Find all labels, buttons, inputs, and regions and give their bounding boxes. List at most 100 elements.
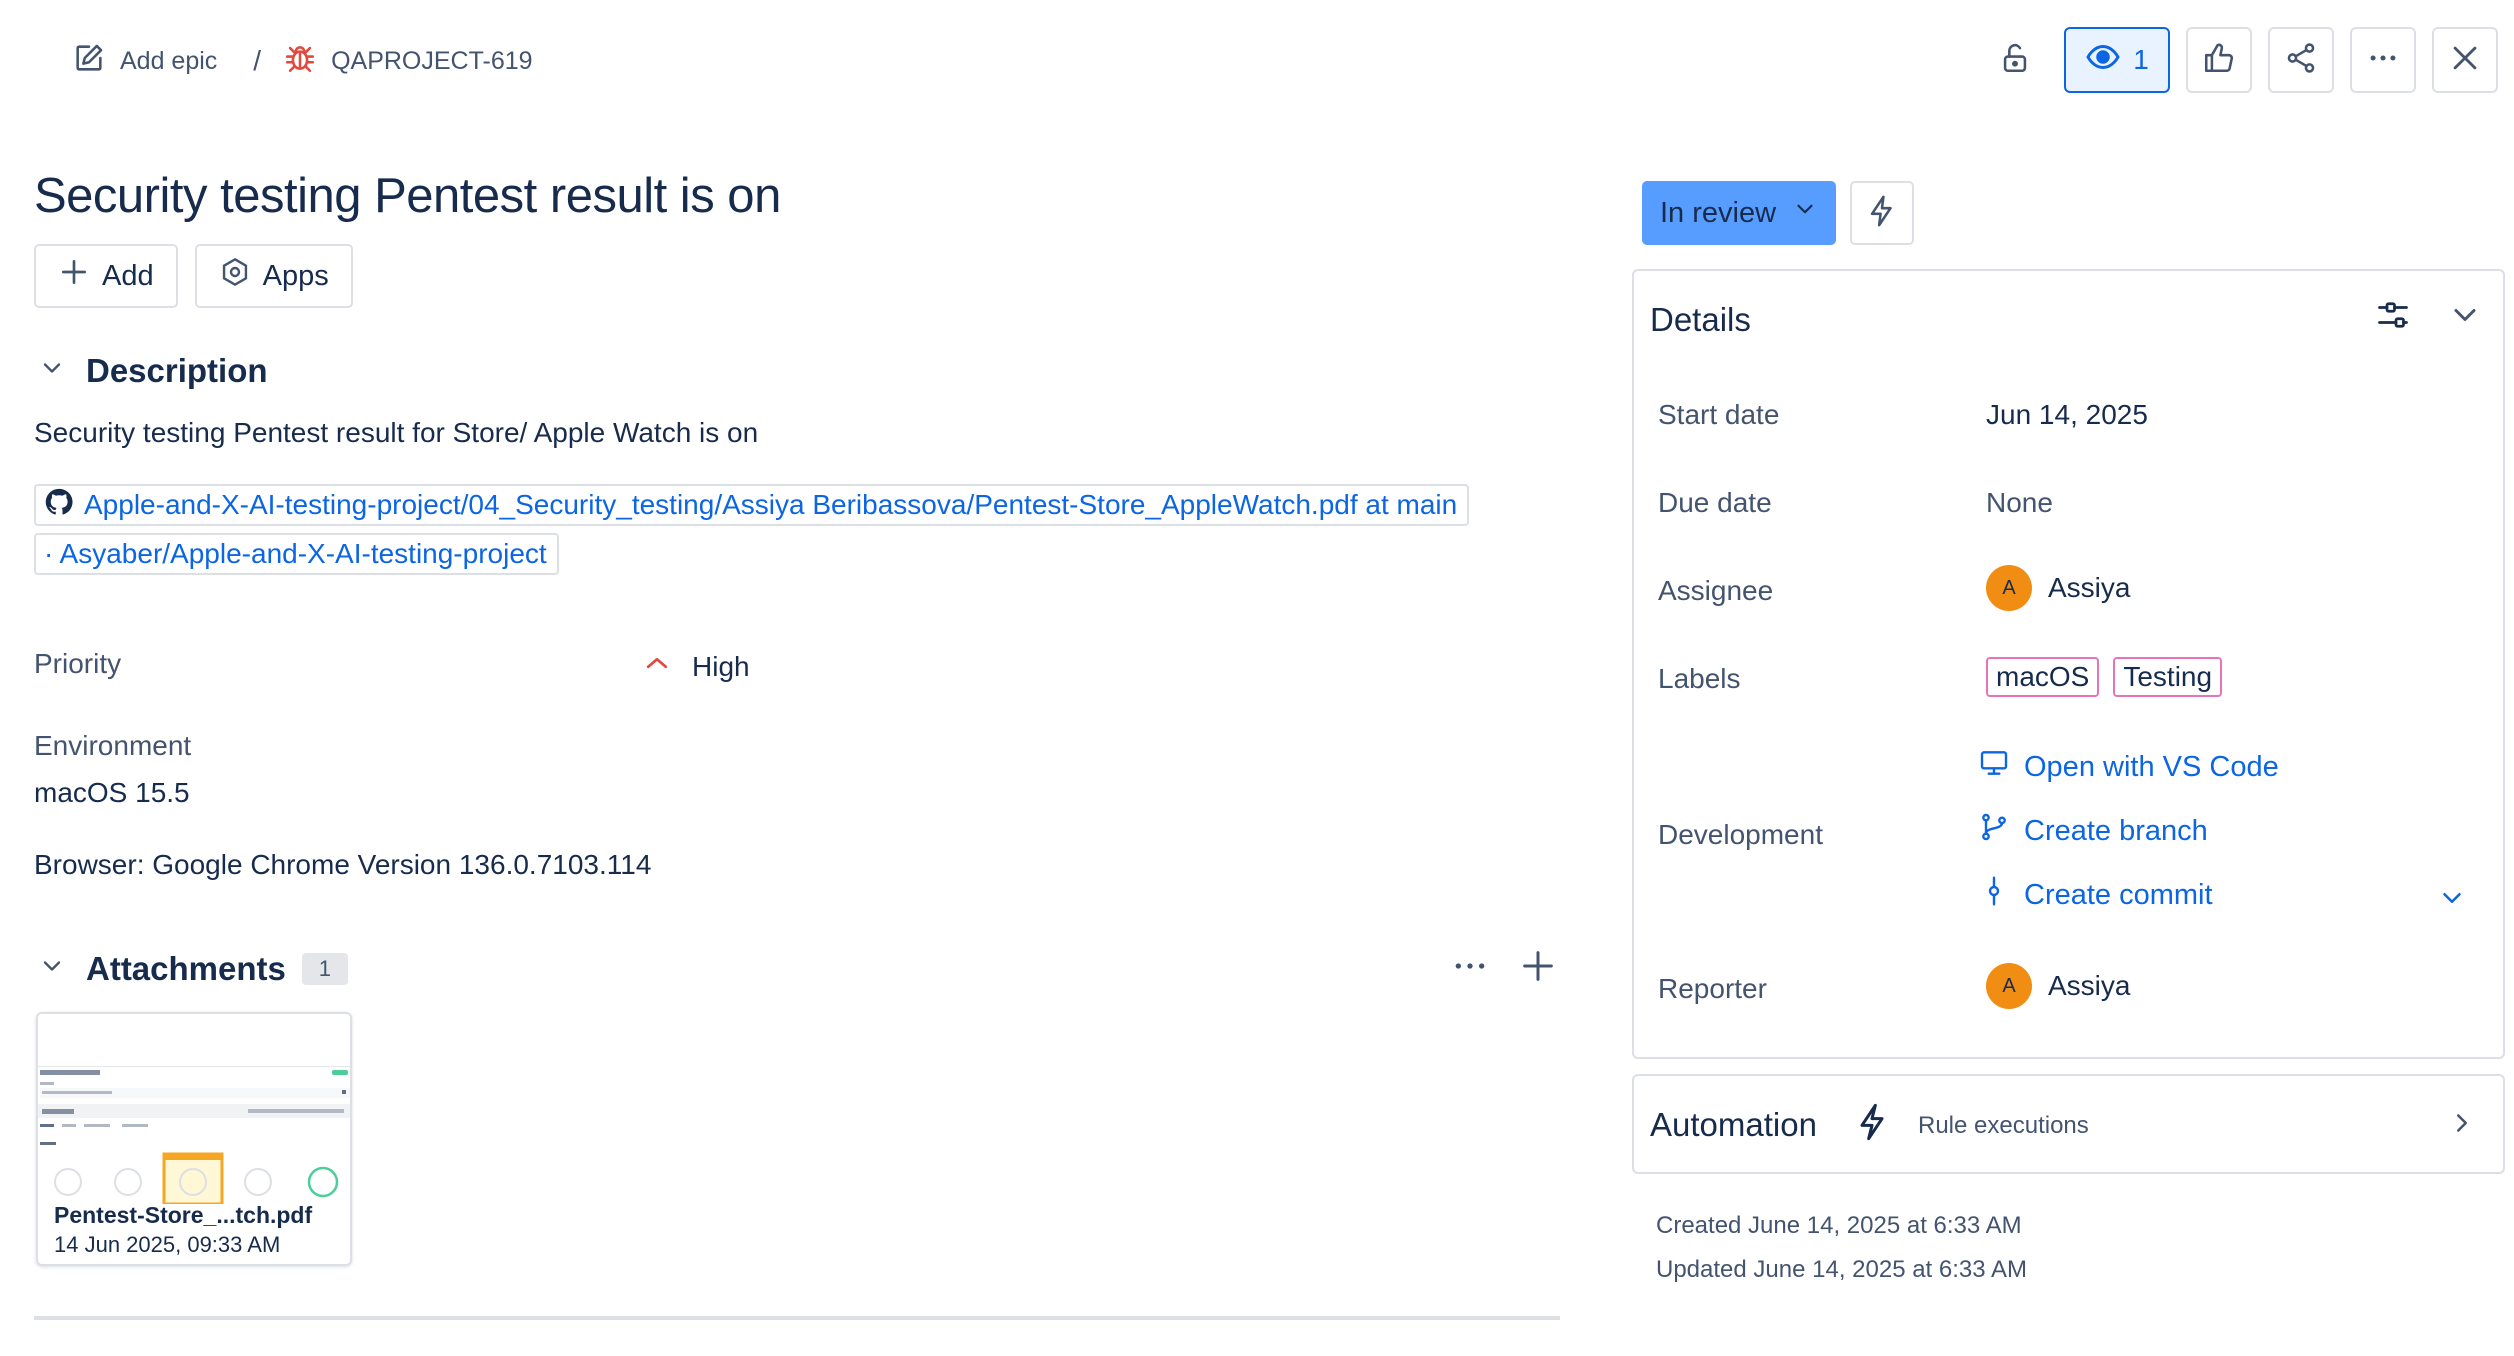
attachments-toggle[interactable]: Attachments 1 xyxy=(38,950,348,988)
vote-button[interactable] xyxy=(2186,27,2252,93)
share-icon xyxy=(2284,41,2318,80)
restrict-button[interactable] xyxy=(1982,27,2048,93)
priority-high-icon xyxy=(642,648,672,685)
description-toggle[interactable]: Description xyxy=(38,352,268,390)
description-heading: Description xyxy=(86,352,268,389)
avatar: A xyxy=(1986,963,2032,1009)
automation-panel[interactable]: Automation Rule executions xyxy=(1632,1074,2505,1174)
create-branch-label: Create branch xyxy=(2024,814,2208,847)
environment-browser[interactable]: Browser: Google Chrome Version 136.0.710… xyxy=(34,849,651,881)
label-chip-testing[interactable]: Testing xyxy=(2113,657,2223,697)
github-link-text: Apple-and-X-AI-testing-project/04_Securi… xyxy=(84,489,1458,520)
close-button[interactable] xyxy=(2432,27,2498,93)
plus-icon xyxy=(58,256,90,296)
attachment-date: 14 Jun 2025, 09:33 AM xyxy=(54,1232,281,1257)
chevron-down-icon xyxy=(38,950,66,988)
breadcrumb-separator: / xyxy=(253,45,262,76)
bug-icon xyxy=(283,41,317,82)
create-commit-link[interactable]: Create commit xyxy=(1978,875,2213,915)
label-chip-macos[interactable]: macOS xyxy=(1986,657,2100,697)
automation-subtitle: Rule executions xyxy=(1918,1112,2089,1139)
commit-icon xyxy=(1978,875,2010,915)
lightning-icon xyxy=(1852,1102,1892,1147)
avatar: A xyxy=(1986,565,2032,611)
description-text[interactable]: Security testing Pentest result for Stor… xyxy=(34,417,758,449)
attachment-card[interactable]: Pentest-Store_...tch.pdf 14 Jun 2025, 09… xyxy=(36,1012,352,1266)
add-epic-link[interactable]: Add epic xyxy=(72,41,217,82)
chevron-down-icon xyxy=(2443,893,2461,903)
apps-button[interactable]: Apps xyxy=(194,244,353,308)
github-icon xyxy=(44,487,74,524)
open-vscode-link[interactable]: Open with VS Code xyxy=(1978,747,2279,787)
edit-icon xyxy=(72,41,106,82)
reporter-field[interactable]: A Assiya xyxy=(1986,963,2130,1009)
top-actions: 1 xyxy=(1982,27,2498,93)
due-date-value[interactable]: None xyxy=(1986,487,2053,519)
labels-label: Labels xyxy=(1658,663,1741,694)
share-button[interactable] xyxy=(2268,27,2334,93)
add-attachment-button[interactable] xyxy=(1518,946,1558,991)
priority-value: High xyxy=(692,650,750,682)
actions-button[interactable] xyxy=(1850,181,1914,245)
add-button[interactable]: Add xyxy=(34,244,178,308)
details-panel: Details Start date Jun 14, 2025 Due date… xyxy=(1632,269,2505,1059)
reporter-label: Reporter xyxy=(1658,973,1767,1004)
issue-key-link[interactable]: QAPROJECT-619 xyxy=(283,41,533,82)
priority-field[interactable]: High xyxy=(642,648,750,685)
details-title: Details xyxy=(1650,301,1751,338)
watch-button[interactable]: 1 xyxy=(2064,27,2170,93)
labels-field[interactable]: macOS Testing xyxy=(1986,657,2223,697)
start-date-value[interactable]: Jun 14, 2025 xyxy=(1986,399,2148,431)
github-link-text-2: · Asyaber/Apple-and-X-AI-testing-project xyxy=(44,538,547,569)
apps-icon xyxy=(219,256,251,296)
due-date-label: Due date xyxy=(1658,487,1772,518)
environment-os[interactable]: macOS 15.5 xyxy=(34,777,190,809)
github-link-continuation[interactable]: · Asyaber/Apple-and-X-AI-testing-project xyxy=(34,533,559,575)
thumbs-up-icon xyxy=(2202,41,2236,80)
chevron-down-icon xyxy=(1792,196,1818,230)
issue-key: QAPROJECT-619 xyxy=(331,46,533,75)
close-icon xyxy=(2448,41,2482,80)
plus-icon xyxy=(1523,951,1553,981)
open-vscode-label: Open with VS Code xyxy=(2024,750,2279,783)
more-icon xyxy=(1455,963,1485,969)
watch-count: 1 xyxy=(2133,44,2149,75)
monitor-icon xyxy=(1978,747,2010,787)
attachment-thumbnail xyxy=(38,1014,350,1206)
created-timestamp: Created June 14, 2025 at 6:33 AM xyxy=(1656,1212,2022,1239)
breadcrumb: Add epic / QAPROJECT-619 xyxy=(72,40,533,82)
updated-timestamp: Updated June 14, 2025 at 6:33 AM xyxy=(1656,1256,2027,1283)
priority-label: Priority xyxy=(34,648,122,679)
sliders-icon xyxy=(2378,302,2408,328)
unlock-icon xyxy=(1998,41,2032,80)
apps-button-label: Apps xyxy=(262,259,329,292)
automation-title: Automation xyxy=(1650,1106,1817,1143)
details-tools xyxy=(2375,297,2483,338)
issue-action-row: Add Apps xyxy=(34,244,353,308)
github-link[interactable]: Apple-and-X-AI-testing-project/04_Securi… xyxy=(34,484,1470,526)
create-branch-link[interactable]: Create branch xyxy=(1978,811,2208,851)
chevron-down-icon xyxy=(2454,309,2476,321)
attachments-count-badge: 1 xyxy=(301,953,348,985)
lightning-icon xyxy=(1865,194,1899,233)
environment-label: Environment xyxy=(34,730,192,761)
divider xyxy=(34,1316,1560,1320)
status-label: In review xyxy=(1659,196,1777,229)
create-commit-label: Create commit xyxy=(2024,878,2213,911)
add-epic-label: Add epic xyxy=(120,46,218,75)
chevron-right-icon xyxy=(2447,1108,2477,1143)
branch-icon xyxy=(1978,811,2010,851)
eye-icon xyxy=(2085,39,2121,82)
assignee-field[interactable]: A Assiya xyxy=(1986,565,2130,611)
more-actions-button[interactable] xyxy=(2350,27,2416,93)
development-label: Development xyxy=(1658,819,1823,850)
attachment-name: Pentest-Store_...tch.pdf xyxy=(54,1202,313,1228)
attachments-more-button[interactable] xyxy=(1450,946,1490,991)
development-expand-button[interactable] xyxy=(2437,883,2467,918)
issue-title[interactable]: Security testing Pentest result is on xyxy=(34,168,781,224)
assignee-name: Assiya xyxy=(2048,572,2131,603)
configure-fields-button[interactable] xyxy=(2375,297,2411,338)
attachments-tools xyxy=(1450,946,1558,991)
status-dropdown[interactable]: In review xyxy=(1642,181,1836,245)
details-collapse-button[interactable] xyxy=(2447,297,2483,338)
